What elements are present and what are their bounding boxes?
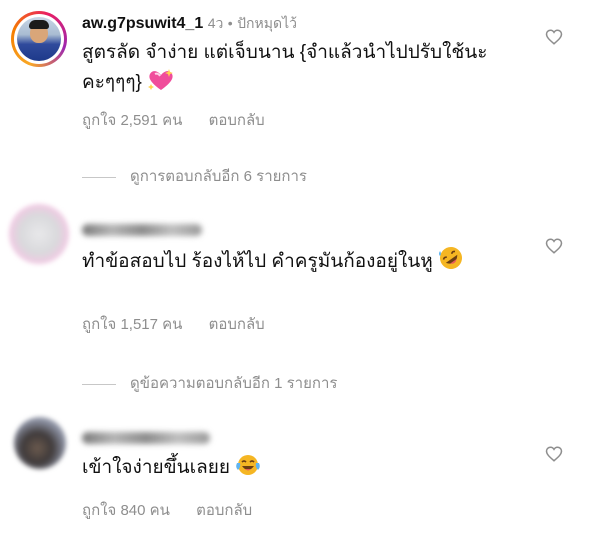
rolling-on-floor-laughing-icon	[439, 247, 463, 269]
avatar[interactable]	[14, 417, 66, 469]
sparkling-heart-icon	[148, 69, 174, 90]
username-blurred[interactable]	[82, 432, 210, 444]
view-replies-button[interactable]: ดูการตอบกลับอีก 6 รายการ	[82, 164, 307, 188]
avatar[interactable]	[11, 11, 67, 67]
heart-icon[interactable]	[545, 237, 563, 255]
like-count[interactable]: ถูกใจ 1,517 คน	[82, 316, 182, 333]
like-count[interactable]: ถูกใจ 2,591 คน	[82, 112, 182, 129]
divider-line	[82, 176, 116, 178]
comment-text: เข้าใจง่ายขึ้นเลยย	[82, 453, 522, 483]
username[interactable]: aw.g7psuwit4_1	[82, 15, 203, 32]
divider-line	[82, 383, 116, 385]
view-replies-button[interactable]: ดูข้อความตอบกลับอีก 1 รายการ	[82, 371, 337, 395]
comment-text: ทำข้อสอบไป ร้องไห้ไป คำครูมันก้องอยู่ในห…	[82, 245, 522, 277]
face-with-tears-of-joy-icon	[236, 455, 261, 475]
pinned-label: ปักหมุดไว้	[237, 15, 297, 31]
reply-button[interactable]: ตอบกลับ	[209, 316, 265, 333]
username-blurred[interactable]	[82, 224, 202, 236]
like-count[interactable]: ถูกใจ 840 คน	[82, 502, 170, 519]
avatar[interactable]	[9, 204, 69, 264]
comment-time: 4ว	[207, 15, 224, 31]
heart-icon[interactable]	[545, 28, 563, 46]
reply-button[interactable]: ตอบกลับ	[196, 502, 252, 519]
heart-icon[interactable]	[545, 445, 563, 463]
reply-button[interactable]: ตอบกลับ	[209, 112, 265, 129]
comment-text: สูตรลัด จำง่าย แต่เจ็บนาน {จำแล้วนำไปปรั…	[82, 42, 488, 93]
